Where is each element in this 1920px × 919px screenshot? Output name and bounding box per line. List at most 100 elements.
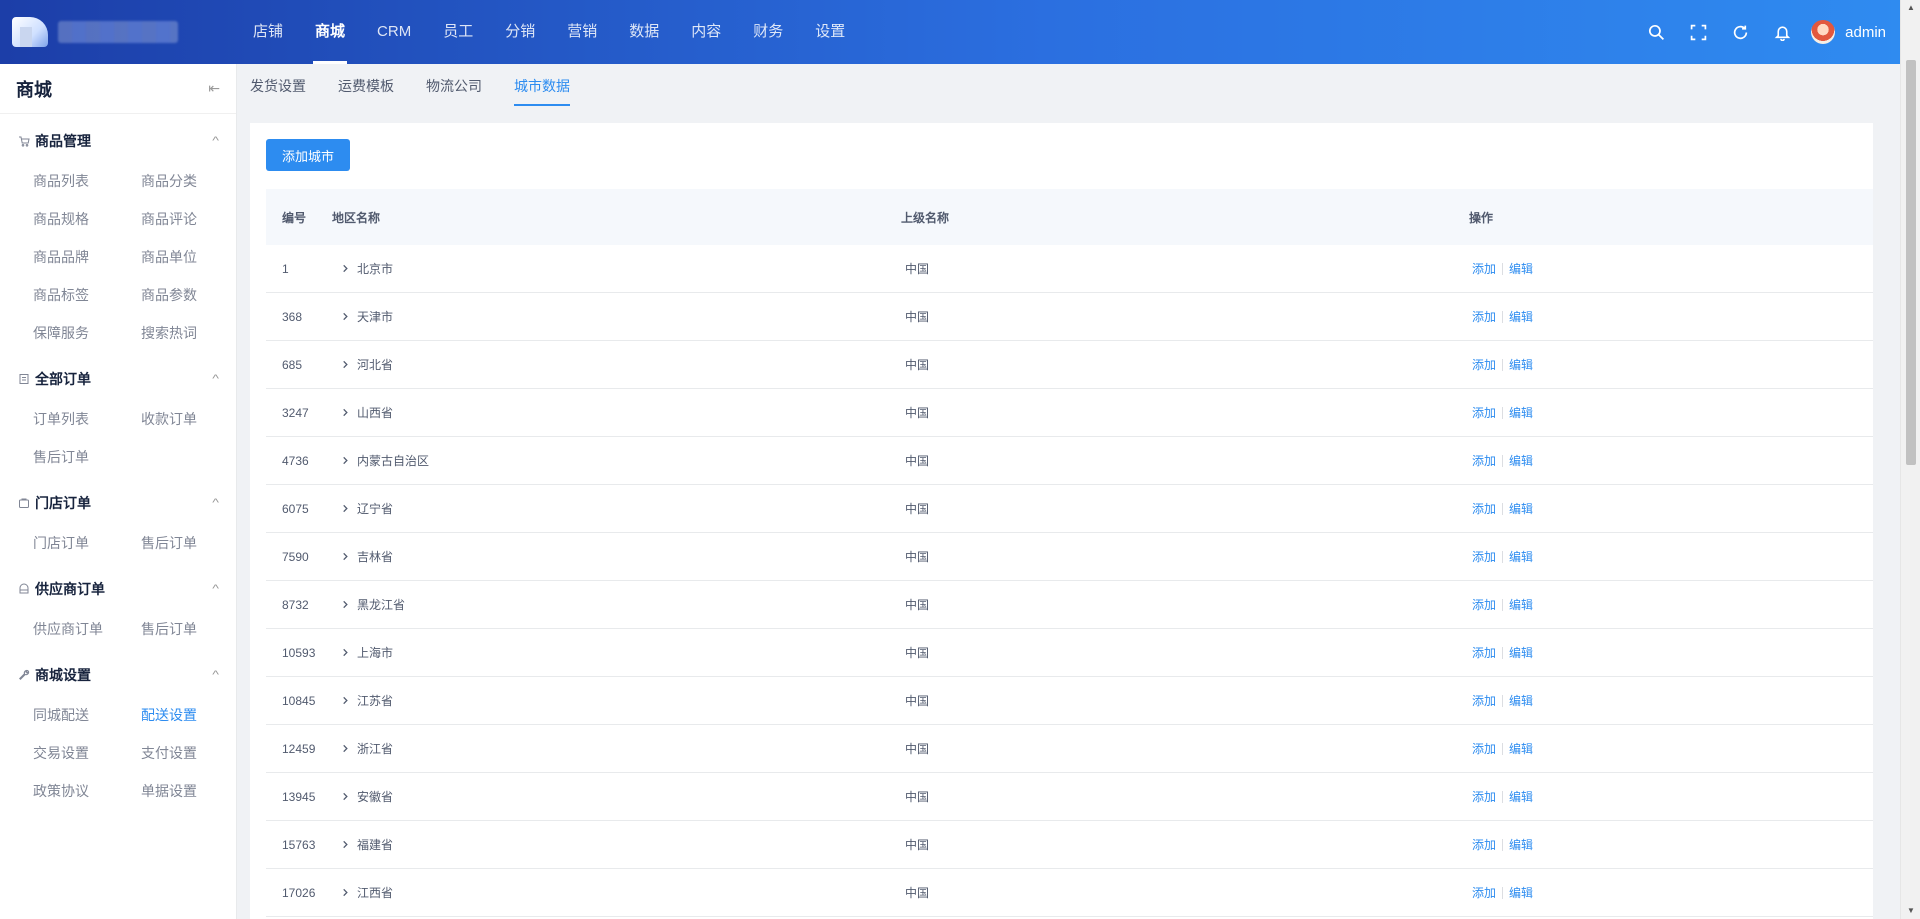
add-link[interactable]: 添加 (1472, 692, 1496, 709)
sidebar-item[interactable]: 门店订单 (33, 524, 141, 562)
sidebar-item[interactable]: 商品参数 (141, 276, 249, 314)
add-link[interactable]: 添加 (1472, 788, 1496, 805)
edit-link[interactable]: 编辑 (1509, 740, 1533, 757)
edit-link[interactable]: 编辑 (1509, 260, 1533, 277)
tab-item[interactable]: 城市数据 (514, 64, 570, 108)
edit-link[interactable]: 编辑 (1509, 548, 1533, 565)
edit-link[interactable]: 编辑 (1509, 836, 1533, 853)
edit-link[interactable]: 编辑 (1509, 884, 1533, 901)
topnav-item[interactable]: 店铺 (237, 0, 299, 64)
sidebar-item[interactable]: 支付设置 (141, 734, 249, 772)
add-link[interactable]: 添加 (1472, 548, 1496, 565)
username[interactable]: admin (1845, 24, 1886, 41)
chevron-right-icon[interactable] (339, 647, 351, 659)
scroll-up-arrow[interactable]: ▲ (1905, 2, 1917, 14)
add-link[interactable]: 添加 (1472, 452, 1496, 469)
edit-link[interactable]: 编辑 (1509, 356, 1533, 373)
edit-link[interactable]: 编辑 (1509, 644, 1533, 661)
chevron-right-icon[interactable] (339, 743, 351, 755)
chevron-right-icon[interactable] (339, 551, 351, 563)
page-scrollbar[interactable]: ▲ ▼ (1900, 0, 1920, 919)
refresh-icon[interactable] (1719, 0, 1761, 64)
topnav-item[interactable]: 内容 (675, 0, 737, 64)
topnav-item[interactable]: 分销 (489, 0, 551, 64)
sidebar-item[interactable]: 配送设置 (141, 696, 249, 734)
chevron-right-icon[interactable] (339, 311, 351, 323)
sidebar-group-header[interactable]: 供应商订单 ^ (0, 568, 236, 610)
chevron-right-icon[interactable] (339, 503, 351, 515)
sidebar-item[interactable]: 售后订单 (141, 524, 249, 562)
chevron-up-icon[interactable]: ^ (212, 669, 219, 681)
chevron-up-icon[interactable]: ^ (212, 497, 219, 509)
chevron-up-icon[interactable]: ^ (212, 583, 219, 595)
sidebar-item[interactable]: 商品评论 (141, 200, 249, 238)
add-link[interactable]: 添加 (1472, 740, 1496, 757)
chevron-right-icon[interactable] (339, 839, 351, 851)
topnav-item[interactable]: 财务 (737, 0, 799, 64)
topnav-item[interactable]: 数据 (613, 0, 675, 64)
add-link[interactable]: 添加 (1472, 404, 1496, 421)
sidebar-item[interactable]: 政策协议 (33, 772, 141, 810)
add-link[interactable]: 添加 (1472, 356, 1496, 373)
sidebar-item[interactable]: 保障服务 (33, 314, 141, 352)
sidebar-item[interactable]: 售后订单 (141, 610, 249, 648)
sidebar-group-header[interactable]: 商品管理 ^ (0, 120, 236, 162)
chevron-up-icon[interactable]: ^ (212, 373, 219, 385)
tab-item[interactable]: 发货设置 (250, 64, 306, 108)
sidebar-item[interactable]: 交易设置 (33, 734, 141, 772)
avatar[interactable] (1811, 20, 1836, 44)
sidebar-item[interactable]: 搜索热词 (141, 314, 249, 352)
topnav-item[interactable]: 员工 (427, 0, 489, 64)
edit-link[interactable]: 编辑 (1509, 788, 1533, 805)
edit-link[interactable]: 编辑 (1509, 404, 1533, 421)
sidebar-group-header[interactable]: 门店订单 ^ (0, 482, 236, 524)
add-link[interactable]: 添加 (1472, 596, 1496, 613)
edit-link[interactable]: 编辑 (1509, 452, 1533, 469)
sidebar-item[interactable]: 商品单位 (141, 238, 249, 276)
add-link[interactable]: 添加 (1472, 884, 1496, 901)
scroll-down-arrow[interactable]: ▼ (1905, 905, 1917, 917)
add-link[interactable]: 添加 (1472, 308, 1496, 325)
topnav-item[interactable]: 商城 (299, 0, 361, 64)
sidebar-item[interactable]: 售后订单 (33, 438, 141, 476)
tab-item[interactable]: 运费模板 (338, 64, 394, 108)
chevron-up-icon[interactable]: ^ (212, 135, 219, 147)
add-link[interactable]: 添加 (1472, 644, 1496, 661)
sidebar-item[interactable]: 商品列表 (33, 162, 141, 200)
add-link[interactable]: 添加 (1472, 260, 1496, 277)
sidebar-item[interactable]: 同城配送 (33, 696, 141, 734)
topnav-item[interactable]: CRM (361, 0, 427, 64)
add-link[interactable]: 添加 (1472, 500, 1496, 517)
topnav-item[interactable]: 设置 (799, 0, 861, 64)
chevron-right-icon[interactable] (339, 599, 351, 611)
chevron-right-icon[interactable] (339, 695, 351, 707)
tab-item[interactable]: 物流公司 (426, 64, 482, 108)
bell-icon[interactable] (1761, 0, 1803, 64)
chevron-right-icon[interactable] (339, 359, 351, 371)
sidebar-item[interactable]: 供应商订单 (33, 610, 141, 648)
scroll-thumb[interactable] (1906, 60, 1916, 465)
add-link[interactable]: 添加 (1472, 836, 1496, 853)
sidebar-item[interactable]: 商品品牌 (33, 238, 141, 276)
sidebar-group-header[interactable]: 全部订单 ^ (0, 358, 236, 400)
sidebar-item[interactable]: 收款订单 (141, 400, 249, 438)
logo[interactable] (0, 0, 237, 64)
chevron-right-icon[interactable] (339, 791, 351, 803)
search-icon[interactable] (1635, 0, 1677, 64)
chevron-right-icon[interactable] (339, 887, 351, 899)
edit-link[interactable]: 编辑 (1509, 500, 1533, 517)
sidebar-item[interactable]: 商品分类 (141, 162, 249, 200)
sidebar-item[interactable]: 订单列表 (33, 400, 141, 438)
chevron-right-icon[interactable] (339, 407, 351, 419)
add-city-button[interactable]: 添加城市 (266, 139, 351, 171)
sidebar-item[interactable]: 商品标签 (33, 276, 141, 314)
collapse-icon[interactable]: ⇤ (208, 80, 220, 97)
topnav-item[interactable]: 营销 (551, 0, 613, 64)
sidebar-group-header[interactable]: 商城设置 ^ (0, 654, 236, 696)
chevron-right-icon[interactable] (339, 263, 351, 275)
sidebar-item[interactable]: 商品规格 (33, 200, 141, 238)
sidebar-item[interactable]: 单据设置 (141, 772, 249, 810)
edit-link[interactable]: 编辑 (1509, 596, 1533, 613)
fullscreen-icon[interactable] (1677, 0, 1719, 64)
chevron-right-icon[interactable] (339, 455, 351, 467)
